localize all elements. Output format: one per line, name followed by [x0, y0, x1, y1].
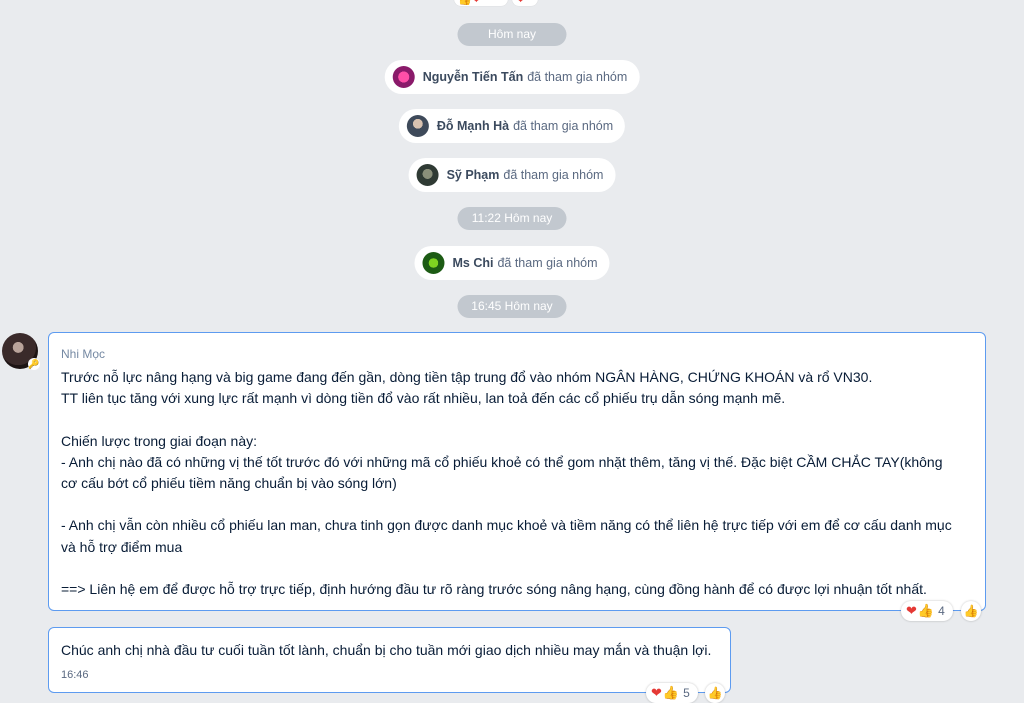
heart-icon: ❤: [906, 603, 917, 618]
member-name[interactable]: Nguyễn Tiến Tấn: [423, 70, 523, 84]
join-notice-2: Đỗ Mạnh Hà đã tham gia nhóm: [398, 109, 626, 143]
join-text: đã tham gia nhóm: [527, 70, 628, 84]
message-line: và hỗ trợ điểm mua: [61, 538, 183, 555]
message-line: TT liên tục tăng với xung lực rất mạnh v…: [61, 390, 786, 407]
thumbs-up-icon: 👍: [458, 0, 472, 6]
message-time: 16:46: [61, 669, 89, 682]
heart-icon: ❤: [472, 0, 481, 6]
previous-message-reactions[interactable]: 👍❤: [454, 0, 508, 6]
message-bubble-2[interactable]: Chúc anh chị nhà đầu tư cuối tuần tốt là…: [48, 627, 731, 693]
message-line: cơ cấu bớt cổ phiếu tiềm năng chuẩn bị v…: [61, 475, 397, 492]
reaction-count: 5: [683, 686, 690, 700]
message-text: Chúc anh chị nhà đầu tư cuối tuần tốt là…: [61, 642, 712, 658]
join-text: đã tham gia nhóm: [497, 256, 598, 270]
date-divider-text: Hôm nay: [487, 27, 537, 41]
join-notice-3: Sỹ Phạm đã tham gia nhóm: [408, 158, 616, 192]
message-line: ==> Liên hệ em để được hỗ trợ trực tiếp,…: [61, 581, 927, 598]
thumbs-up-icon: 👍: [662, 685, 680, 700]
join-notice-1: Nguyễn Tiến Tấn đã tham gia nhóm: [384, 60, 640, 94]
previous-message-heart[interactable]: ❤: [512, 0, 538, 6]
message-line: [61, 409, 973, 430]
date-divider: Hôm nay: [457, 23, 567, 46]
join-text: đã tham gia nhóm: [513, 119, 614, 133]
key-icon: 🔑: [28, 358, 40, 370]
member-name[interactable]: Ms Chi: [452, 256, 493, 270]
time-divider-text: 16:45 Hôm nay: [471, 299, 553, 313]
time-divider-text: 11:22 Hôm nay: [471, 211, 553, 225]
sender-avatar[interactable]: 🔑: [2, 333, 40, 370]
member-name[interactable]: Sỹ Phạm: [447, 168, 500, 182]
like-button-1[interactable]: 👍: [961, 601, 981, 621]
message-text: Trước nỗ lực nâng hạng và big game đang …: [61, 367, 973, 600]
join-notice-4: Ms Chi đã tham gia nhóm: [414, 246, 610, 280]
avatar[interactable]: [422, 252, 445, 274]
reaction-count: 4: [938, 604, 945, 618]
message-bubble-1[interactable]: Nhi Mọc Trước nỗ lực nâng hạng và big ga…: [48, 332, 986, 611]
member-name[interactable]: Đỗ Mạnh Hà: [437, 119, 509, 133]
avatar[interactable]: [416, 164, 439, 186]
like-outline-icon: 👍: [963, 604, 979, 618]
time-divider-1: 11:22 Hôm nay: [457, 207, 567, 230]
time-divider-2: 16:45 Hôm nay: [457, 295, 567, 318]
message-line: Trước nỗ lực nâng hạng và big game đang …: [61, 369, 873, 385]
sender-name[interactable]: Nhi Mọc: [61, 347, 973, 365]
avatar[interactable]: [392, 66, 415, 88]
like-button-2[interactable]: 👍: [705, 683, 725, 703]
message-line: [61, 494, 973, 515]
heart-icon: ❤: [651, 685, 662, 700]
message-line: - Anh chị nào đã có những vị thế tốt trư…: [61, 453, 943, 470]
join-text: đã tham gia nhóm: [503, 168, 604, 182]
message-line: - Anh chị vẫn còn nhiều cổ phiếu lan man…: [61, 517, 952, 534]
message-line: Chiến lược trong giai đoạn này:: [61, 432, 257, 449]
heart-icon: ❤: [516, 0, 525, 6]
reaction-summary-1[interactable]: ❤ 👍 4: [901, 601, 953, 621]
avatar[interactable]: [406, 115, 429, 137]
reaction-summary-2[interactable]: ❤ 👍 5: [646, 683, 698, 703]
thumbs-up-icon: 👍: [917, 603, 935, 618]
like-outline-icon: 👍: [707, 686, 723, 700]
message-line: [61, 558, 973, 579]
